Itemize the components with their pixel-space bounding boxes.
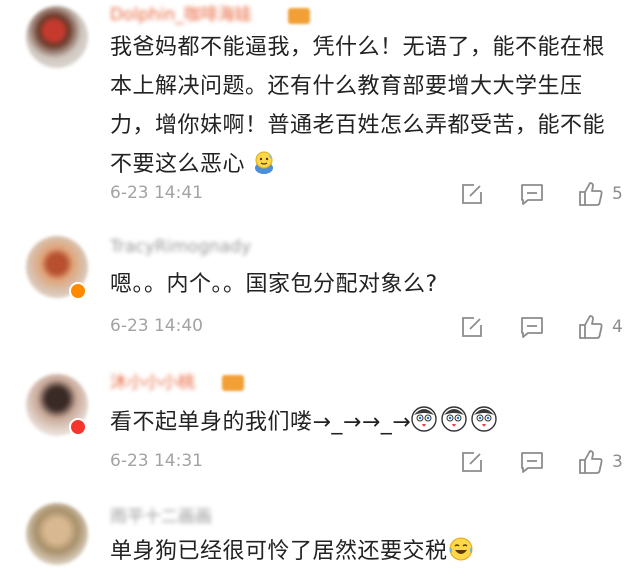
share-button[interactable] [460, 179, 484, 209]
like-count: 5 [612, 184, 623, 204]
comment-text: 单身狗已经很可怜了居然还要交税 [110, 532, 620, 575]
timestamp: 6-23 14:31 [110, 451, 203, 471]
username[interactable]: 沐小小小桃 [110, 371, 195, 395]
laughing-tears-emoji [448, 536, 474, 575]
member-badge-icon [222, 375, 244, 391]
comment-item: Dolphin_咖啡海娃 我爸妈都不能逼我，凭什么！无语了，能不能在根 本上解决… [0, 0, 640, 210]
edit-share-icon [462, 184, 482, 204]
husky-face-emoji [411, 405, 499, 446]
comment-text: 我爸妈都不能逼我，凭什么！无语了，能不能在根 本上解决问题。还有什么教育部要增大… [110, 28, 620, 188]
comment-text: 看不起单身的我们喽→_→→_→ [110, 403, 620, 446]
comment-meta: 6-23 14:41 5 [110, 179, 630, 209]
thumbs-up-icon [579, 182, 603, 206]
edit-share-icon [462, 452, 482, 472]
comment-text-line: 力，增你妹啊！普通老百姓怎么弄都受苦，能不能 [110, 113, 606, 138]
like-count: 4 [612, 317, 623, 337]
thumbs-up-icon [579, 315, 603, 339]
edit-share-icon [462, 317, 482, 337]
comment-icon [521, 317, 543, 338]
timestamp: 6-23 14:40 [110, 316, 203, 336]
share-button[interactable] [460, 312, 484, 342]
share-button[interactable] [460, 447, 484, 477]
username[interactable]: 雨平十二画画 [110, 505, 212, 529]
comment-text-line: 本上解决问题。还有什么教育部要增大大学生压 [110, 74, 583, 99]
vip-badge [69, 282, 87, 300]
comment-icon [521, 184, 543, 205]
username[interactable]: TracyRimognady [110, 235, 251, 259]
like-button[interactable]: 3 [578, 447, 623, 477]
vip-badge [69, 418, 87, 436]
comment-meta: 6-23 14:40 4 [110, 312, 630, 342]
comment-text-line: 我爸妈都不能逼我，凭什么！无语了，能不能在根 [110, 35, 606, 60]
timestamp: 6-23 14:41 [110, 183, 203, 203]
thumbs-up-icon [579, 450, 603, 474]
comment-meta: 6-23 14:31 3 [110, 447, 630, 477]
reply-button[interactable] [520, 447, 544, 477]
reply-button[interactable] [520, 179, 544, 209]
like-button[interactable]: 4 [578, 312, 623, 342]
member-badge-icon [288, 8, 310, 24]
avatar[interactable] [26, 6, 88, 68]
like-count: 3 [612, 452, 623, 472]
like-button[interactable]: 5 [578, 179, 623, 209]
comment-icon [521, 452, 543, 473]
username[interactable]: Dolphin_咖啡海娃 [110, 3, 252, 27]
avatar[interactable] [26, 503, 88, 565]
reply-button[interactable] [520, 312, 544, 342]
comment-text: 嗯。。内个。。国家包分配对象么? [110, 272, 438, 297]
